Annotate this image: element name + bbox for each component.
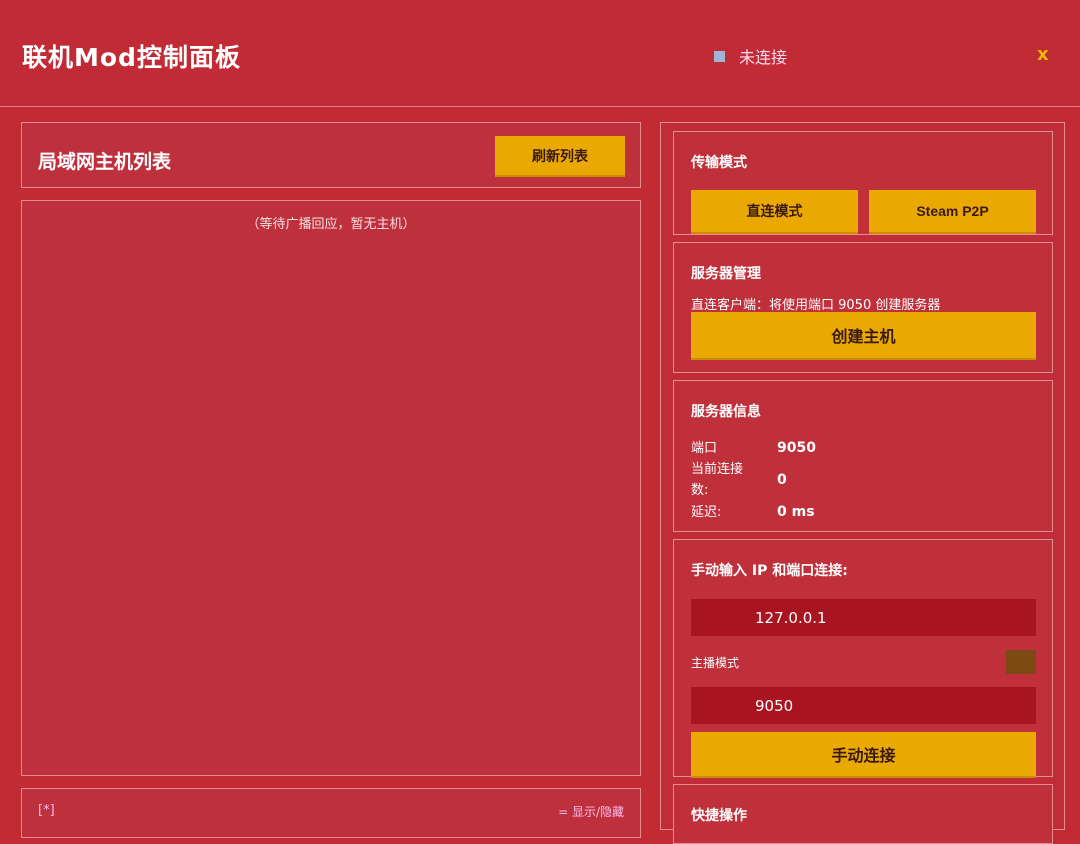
toggle-hint: = 显示/隐藏 [558, 805, 624, 819]
status-indicator-icon [714, 50, 725, 62]
manual-connect-section: 手动输入 IP 和端口连接: 主播模式 手动连接 [673, 539, 1053, 778]
title-bar: 联机Mod控制面板 未连接 x [0, 0, 1080, 107]
server-management-title: 服务器管理 [691, 266, 761, 282]
refresh-list-button[interactable]: 刷新列表 [495, 136, 625, 177]
latency-label: 延迟: [691, 505, 722, 520]
close-button[interactable]: x [1037, 44, 1049, 65]
empty-host-message: （等待广播回应，暂无主机） [246, 217, 416, 232]
lan-header-panel: 局域网主机列表 刷新列表 [21, 122, 641, 188]
quick-actions-title: 快捷操作 [691, 808, 747, 824]
connection-status: 未连接 [714, 44, 787, 68]
port-input[interactable] [691, 687, 1036, 724]
lan-title: 局域网主机列表 [38, 151, 172, 173]
footer-bar: [*] = 显示/隐藏 [21, 788, 641, 838]
create-host-button[interactable]: 创建主机 [691, 312, 1036, 360]
server-management-section: 服务器管理 直连客户端：将使用端口 9050 创建服务器 创建主机 [673, 242, 1053, 373]
port-value: 9050 [777, 440, 816, 456]
manual-connect-title: 手动输入 IP 和端口连接: [691, 563, 848, 579]
connections-value: 0 [777, 472, 787, 488]
manual-connect-button[interactable]: 手动连接 [691, 732, 1036, 778]
side-panel: 传输模式 直连模式 Steam P2P 服务器管理 直连客户端：将使用端口 90… [660, 122, 1065, 844]
quick-actions-section: 快捷操作 [673, 784, 1053, 844]
connections-label: 当前连接数: [691, 462, 744, 498]
server-info-title: 服务器信息 [691, 404, 761, 420]
server-management-desc: 直连客户端：将使用端口 9050 创建服务器 [691, 298, 941, 313]
streamer-mode-label: 主播模式 [691, 656, 740, 670]
transport-section: 传输模式 直连模式 Steam P2P [673, 131, 1053, 235]
port-label: 端口 [691, 441, 718, 456]
streamer-mode-toggle[interactable] [1006, 650, 1036, 674]
host-list: （等待广播回应，暂无主机） [21, 200, 641, 776]
latency-value: 0 ms [777, 504, 815, 520]
steam-p2p-button[interactable]: Steam P2P [869, 190, 1036, 234]
server-info-section: 服务器信息 端口 9050 当前连接数: 0 延迟: 0 ms [673, 380, 1053, 532]
toggle-hotkey[interactable]: [*] [38, 803, 55, 818]
transport-title: 传输模式 [691, 155, 747, 171]
ip-input[interactable] [691, 599, 1036, 636]
direct-mode-button[interactable]: 直连模式 [691, 190, 858, 234]
app-title: 联机Mod控制面板 [22, 43, 241, 72]
status-text: 未连接 [739, 48, 788, 67]
